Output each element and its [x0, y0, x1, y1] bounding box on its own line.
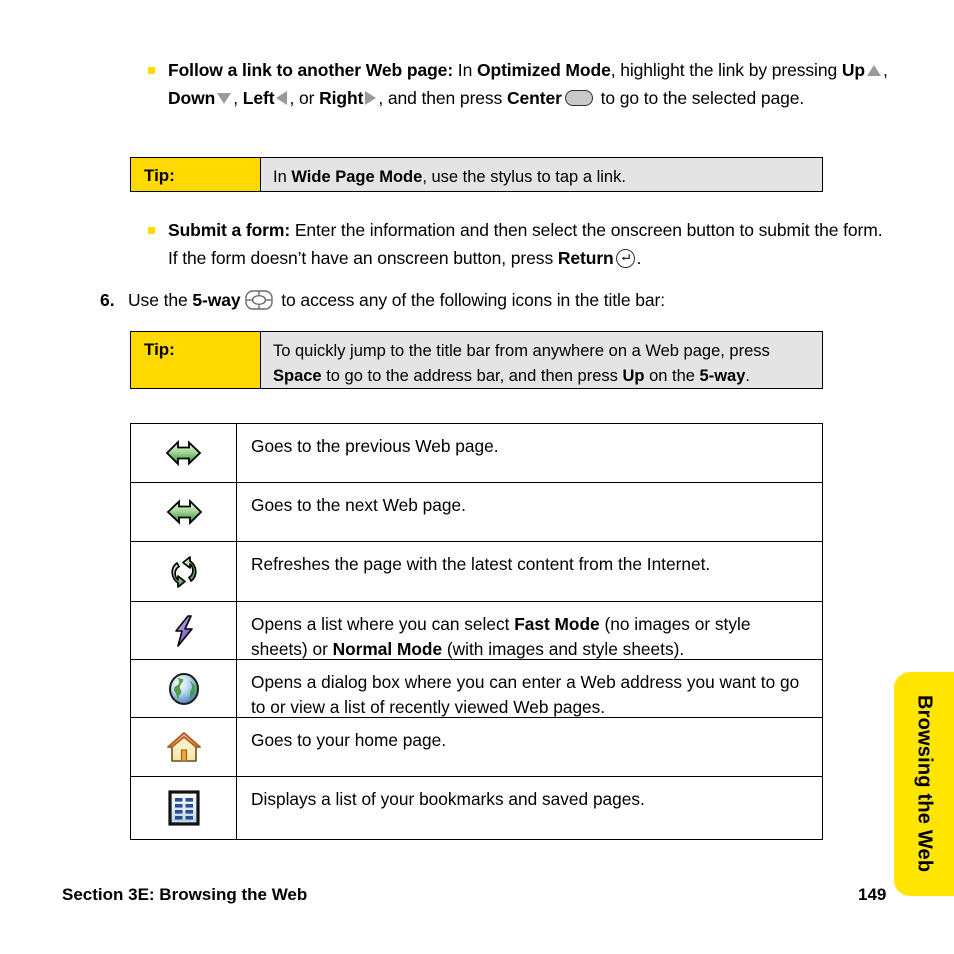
step6-t2: to access any of the following icons in … — [276, 290, 665, 310]
table-row: Goes to the next Web page. — [131, 483, 822, 542]
row-text-1: Goes to your home page. — [251, 730, 447, 750]
home-icon — [166, 730, 202, 764]
five-way-navigator-icon — [244, 289, 274, 311]
up-key-label: Up — [841, 60, 865, 80]
submit-form-lead: Submit a form: — [168, 220, 291, 240]
tip-box-wide-page-mode: Tip: In Wide Page Mode, use the stylus t… — [130, 157, 823, 192]
right-key-label: Right — [319, 88, 364, 108]
bullet-square-icon — [148, 67, 155, 74]
row-text-1: Goes to the previous Web page. — [251, 436, 499, 456]
table-row: Displays a list of your bookmarks and sa… — [131, 777, 822, 839]
globe-address-icon — [167, 672, 201, 706]
row-text-3: (with images and style sheets). — [442, 639, 685, 659]
step-6: 6. Use the 5-way to access any of the fo… — [100, 286, 860, 314]
row-text-1: Displays a list of your bookmarks and sa… — [251, 789, 645, 809]
icon-cell — [131, 777, 237, 839]
tip-text: In Wide Page Mode, use the stylus to tap… — [261, 158, 822, 191]
fast-mode-lightning-icon — [171, 614, 197, 648]
forward-arrow-icon — [165, 495, 203, 529]
tip-text: To quickly jump to the title bar from an… — [261, 332, 822, 388]
bullet-submit-form-text: Submit a form: Enter the information and… — [168, 216, 888, 272]
triangle-up-icon — [867, 64, 881, 76]
follow-link-t7: to go to the selected page. — [595, 88, 805, 108]
tip2-t3: on the — [644, 367, 700, 385]
description-cell: Opens a dialog box where you can enter a… — [237, 660, 822, 717]
five-way-label: 5-way — [699, 367, 746, 385]
down-key-label: Down — [168, 88, 216, 108]
tip2-t1: To quickly jump to the title bar from an… — [273, 342, 770, 360]
table-row: Goes to your home page. — [131, 718, 822, 777]
icon-cell — [131, 483, 237, 541]
icon-cell — [131, 424, 237, 482]
icon-cell — [131, 660, 237, 717]
bullet-square-icon — [148, 227, 155, 234]
refresh-icon — [166, 554, 202, 590]
follow-link-t6: , and then press — [378, 88, 507, 108]
footer-section-label: Section 3E: Browsing the Web — [62, 885, 308, 904]
step-number: 6. — [100, 290, 115, 310]
wide-page-mode-term: Wide Page Mode — [291, 168, 423, 186]
page-number: 149 — [858, 885, 887, 904]
row-text-1: Goes to the next Web page. — [251, 495, 466, 515]
back-arrow-icon — [165, 436, 203, 470]
bullet-submit-form: Submit a form: Enter the information and… — [148, 216, 888, 272]
tip2-t2: to go to the address bar, and then press — [321, 367, 623, 385]
tip-label: Tip: — [131, 332, 261, 388]
bullet-follow-link-text: Follow a link to another Web page: In Op… — [168, 56, 888, 112]
title-bar-icons-table: Goes to the previous Web page. Goes to t… — [130, 423, 823, 840]
fast-mode-term: Fast Mode — [514, 614, 600, 634]
icon-cell — [131, 718, 237, 776]
tip2-t4: . — [745, 367, 750, 385]
submit-form-t2: . — [636, 248, 642, 268]
icon-cell — [131, 602, 237, 659]
follow-link-t1: In — [453, 60, 477, 80]
follow-link-t4: , — [233, 88, 243, 108]
icon-cell — [131, 542, 237, 601]
triangle-down-icon — [217, 92, 232, 104]
triangle-right-icon — [365, 91, 377, 106]
optimized-mode-term: Optimized Mode — [476, 60, 611, 80]
triangle-left-icon — [276, 91, 288, 106]
follow-link-t2: , highlight the link by pressing — [610, 60, 842, 80]
return-key-label: Return — [557, 248, 614, 268]
description-cell: Goes to the previous Web page. — [237, 424, 822, 482]
description-cell: Displays a list of your bookmarks and sa… — [237, 777, 822, 839]
follow-link-t3: , — [883, 60, 888, 80]
step6-t1: Use the — [128, 290, 193, 310]
table-row: Opens a dialog box where you can enter a… — [131, 660, 822, 718]
five-way-label: 5-way — [192, 290, 241, 310]
up-key-label: Up — [622, 367, 645, 385]
description-cell: Goes to your home page. — [237, 718, 822, 776]
manual-page: Follow a link to another Web page: In Op… — [0, 0, 954, 954]
follow-link-t5: , or — [289, 88, 320, 108]
table-row: Goes to the previous Web page. — [131, 424, 822, 483]
description-cell: Goes to the next Web page. — [237, 483, 822, 541]
tip-box-jump-title-bar: Tip: To quickly jump to the title bar fr… — [130, 331, 823, 389]
side-tab-browsing-the-web: Browsing the Web — [894, 672, 954, 896]
tip1-t2: , use the stylus to tap a link. — [422, 168, 626, 186]
bookmarks-icon — [167, 790, 200, 826]
return-key-icon — [615, 248, 635, 268]
row-text-1: Opens a dialog box where you can enter a… — [251, 672, 800, 717]
follow-link-lead: Follow a link to another Web page: — [168, 60, 454, 80]
center-key-label: Center — [507, 88, 562, 108]
left-key-label: Left — [242, 88, 275, 108]
tip1-t1: In — [273, 168, 292, 186]
center-button-icon — [564, 90, 593, 107]
row-text-1: Refreshes the page with the latest conte… — [251, 554, 711, 574]
table-row: Opens a list where you can select Fast M… — [131, 602, 822, 660]
tip-label: Tip: — [131, 158, 261, 191]
normal-mode-term: Normal Mode — [332, 639, 443, 659]
row-text-1: Opens a list where you can select — [251, 614, 515, 634]
side-tab-label: Browsing the Web — [913, 695, 936, 873]
step-6-text: Use the 5-way to access any of the follo… — [128, 286, 860, 314]
description-cell: Refreshes the page with the latest conte… — [237, 542, 822, 601]
table-row: Refreshes the page with the latest conte… — [131, 542, 822, 602]
bullet-follow-link: Follow a link to another Web page: In Op… — [148, 56, 888, 112]
description-cell: Opens a list where you can select Fast M… — [237, 602, 822, 659]
space-key-label: Space — [273, 367, 322, 385]
